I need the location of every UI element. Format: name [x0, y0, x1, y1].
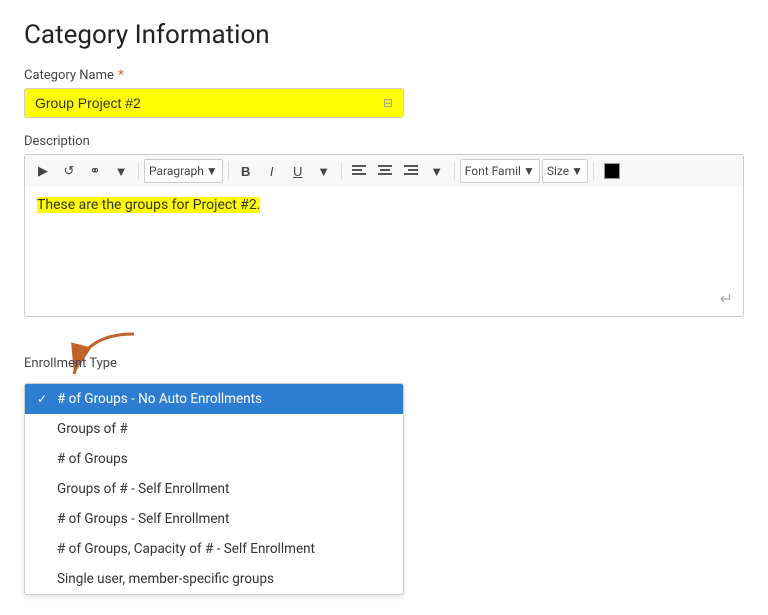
- divider-3: [341, 162, 342, 180]
- align-center-button[interactable]: [373, 159, 397, 183]
- category-name-label: Category Name *: [24, 68, 744, 83]
- enrollment-label: Enrollment Type: [24, 355, 117, 371]
- enrollment-dropdown[interactable]: ✓ # of Groups - No Auto Enrollments Grou…: [24, 383, 404, 595]
- dropdown-item-5[interactable]: # of Groups, Capacity of # - Self Enroll…: [25, 534, 403, 564]
- dropdown-item-2[interactable]: # of Groups: [25, 444, 403, 474]
- font-size-dropdown[interactable]: Size ▼: [542, 159, 588, 183]
- underline-button[interactable]: U: [286, 159, 310, 183]
- rich-text-content: These are the groups for Project #2.: [37, 197, 260, 213]
- dropdown-item-3[interactable]: Groups of # - Self Enrollment: [25, 474, 403, 504]
- description-label: Description: [24, 134, 744, 149]
- rtl-icon: ↵: [720, 289, 733, 308]
- divider-1: [138, 162, 139, 180]
- video-button[interactable]: ▶: [31, 159, 55, 183]
- divider-4: [454, 162, 455, 180]
- align-dropdown-button[interactable]: ▼: [425, 159, 449, 183]
- clear-icon: ⊟: [383, 96, 393, 110]
- dropdown-item-6[interactable]: Single user, member-specific groups: [25, 564, 403, 594]
- category-name-input-wrapper[interactable]: ⊟: [24, 88, 404, 118]
- font-family-dropdown[interactable]: Font Famil ▼: [460, 159, 540, 183]
- check-icon: ✓: [37, 392, 51, 406]
- format-dropdown-button[interactable]: ▼: [312, 159, 336, 183]
- description-section: Description ▶ ↺ ⚭ ▼ Paragraph ▼ B I U ▼ …: [24, 134, 744, 317]
- align-right-button[interactable]: [399, 159, 423, 183]
- arrow-container: Enrollment Type: [24, 329, 744, 379]
- bold-button[interactable]: B: [234, 159, 258, 183]
- link-button[interactable]: ⚭: [83, 159, 107, 183]
- link-dropdown-button[interactable]: ▼: [109, 159, 133, 183]
- category-name-input[interactable]: [35, 95, 377, 111]
- rich-text-body[interactable]: These are the groups for Project #2. ↵: [24, 187, 744, 317]
- divider-2: [228, 162, 229, 180]
- align-left-button[interactable]: [347, 159, 371, 183]
- dropdown-item-1[interactable]: Groups of #: [25, 414, 403, 444]
- italic-button[interactable]: I: [260, 159, 284, 183]
- page-title: Category Information: [24, 20, 744, 50]
- dropdown-item-4[interactable]: # of Groups - Self Enrollment: [25, 504, 403, 534]
- paragraph-dropdown[interactable]: Paragraph ▼: [144, 159, 223, 183]
- category-name-field: Category Name * ⊟: [24, 68, 744, 118]
- divider-5: [593, 162, 594, 180]
- rich-text-toolbar: ▶ ↺ ⚭ ▼ Paragraph ▼ B I U ▼ ▼ Font Famil…: [24, 154, 744, 187]
- image-button[interactable]: ↺: [57, 159, 81, 183]
- color-swatch: [604, 163, 620, 179]
- color-picker[interactable]: [599, 159, 625, 183]
- enrollment-section: Enrollment Type ✓ # of Groups - No Auto …: [24, 329, 744, 595]
- dropdown-item-0[interactable]: ✓ # of Groups - No Auto Enrollments: [25, 384, 403, 414]
